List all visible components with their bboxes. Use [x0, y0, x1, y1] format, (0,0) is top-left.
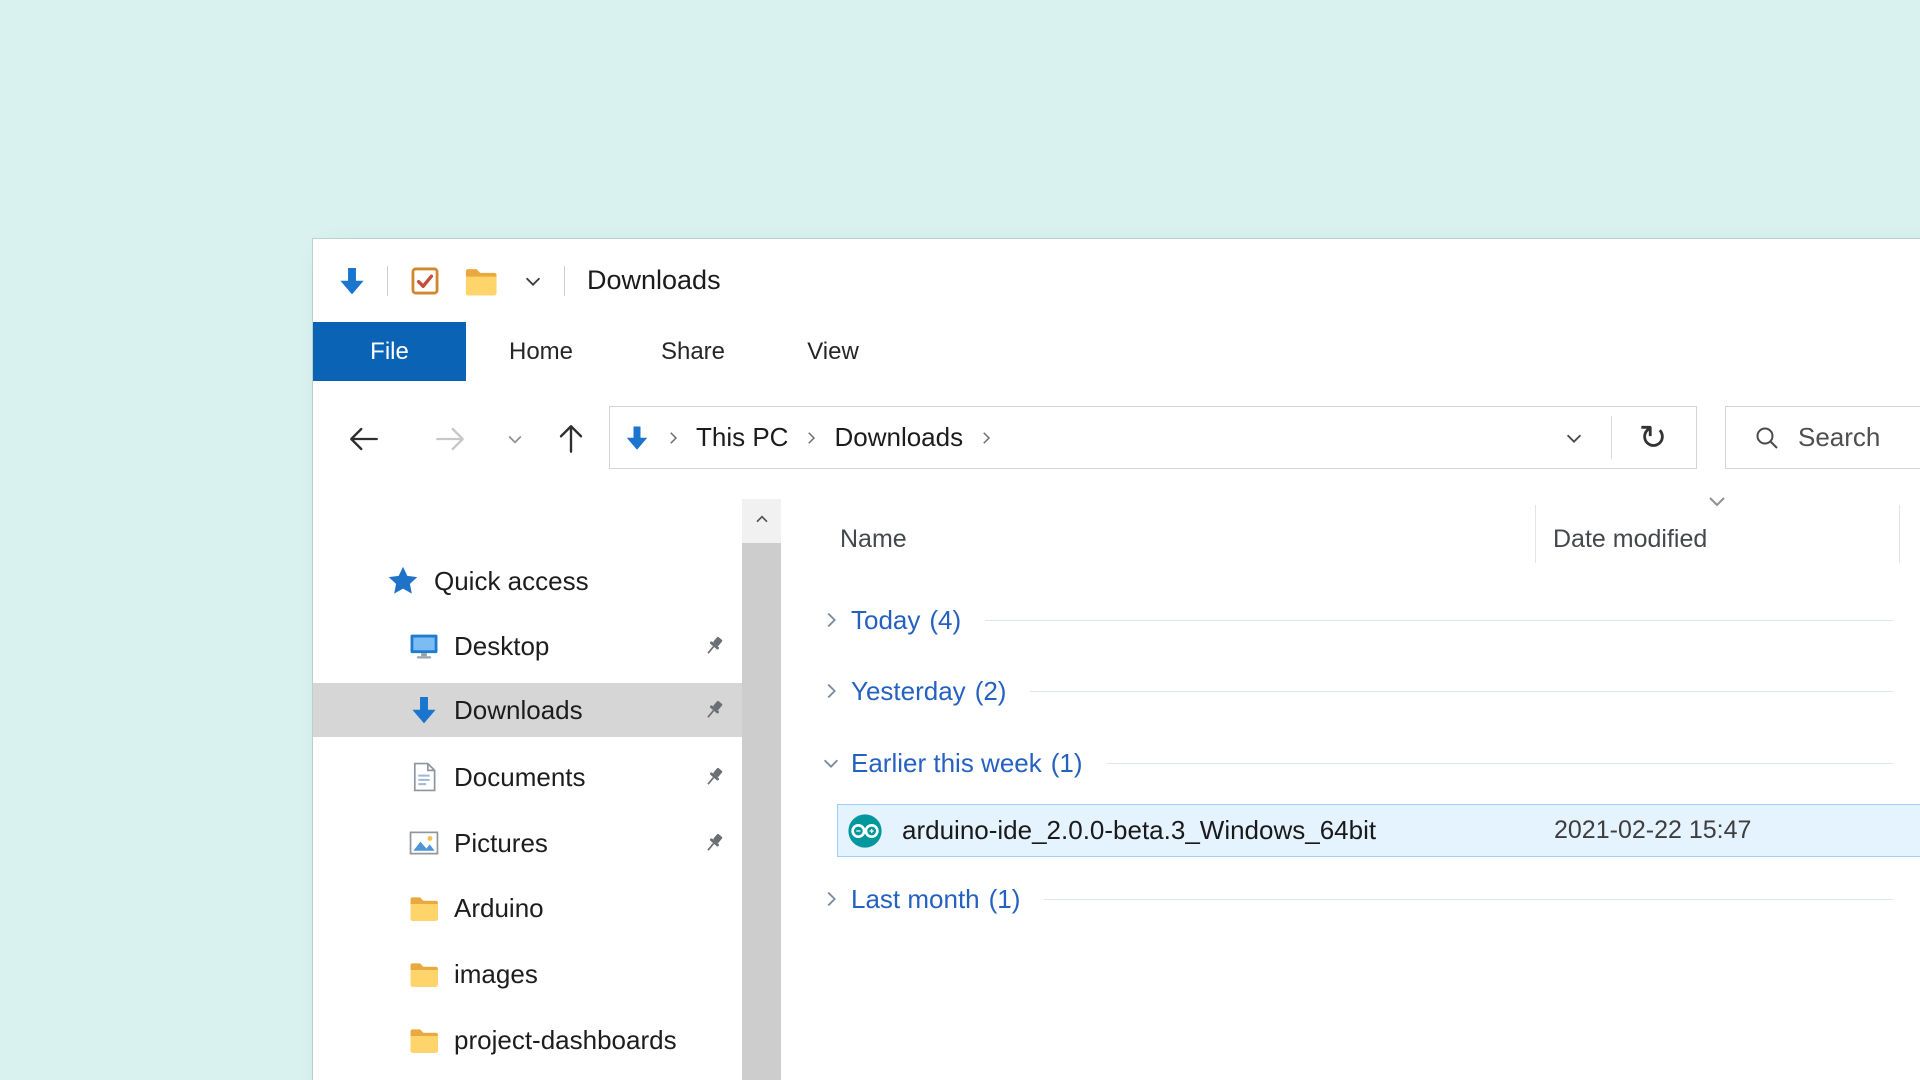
group-divider-line	[1044, 899, 1893, 900]
sidebar-item-arduino[interactable]: Arduino	[313, 881, 742, 935]
customize-toolbar-caret-icon[interactable]	[522, 270, 544, 292]
sidebar-scrollbar[interactable]	[742, 499, 781, 1080]
tab-file[interactable]: File	[313, 322, 466, 381]
folder-icon	[407, 1023, 441, 1057]
group-label: Earlier this week	[851, 748, 1042, 779]
group-label: Today	[851, 605, 920, 636]
pin-icon	[701, 697, 727, 730]
address-bar[interactable]: This PC Downloads ↻	[609, 406, 1697, 469]
scroll-up-icon[interactable]	[742, 499, 781, 541]
sidebar-item-label: Documents	[454, 762, 586, 793]
download-arrow-icon	[407, 693, 441, 727]
breadcrumb-downloads[interactable]: Downloads	[820, 422, 977, 453]
new-folder-button[interactable]	[462, 262, 500, 300]
search-box[interactable]	[1725, 406, 1920, 469]
chevron-right-icon[interactable]	[819, 887, 843, 911]
ribbon-tab-bar: File Home Share View	[313, 322, 1920, 381]
navigation-pane: Quick access Desktop Downloads	[313, 490, 742, 1080]
desktop-icon	[407, 629, 441, 663]
group-count: (2)	[975, 676, 1007, 707]
navigation-bar: This PC Downloads ↻	[313, 404, 1920, 473]
tab-home[interactable]: Home	[509, 322, 573, 381]
file-explorer-window: Downloads File Home Share View	[313, 239, 1920, 1080]
sidebar-item-quick-access[interactable]: Quick access	[313, 554, 742, 608]
arduino-icon	[846, 812, 884, 850]
group-divider-line	[1030, 691, 1893, 692]
pictures-icon	[407, 826, 441, 860]
sidebar-item-downloads[interactable]: Downloads	[313, 683, 742, 737]
chevron-down-icon[interactable]	[819, 751, 843, 775]
tab-share[interactable]: Share	[661, 322, 725, 381]
group-header-earlier-this-week[interactable]: Earlier this week (1)	[813, 736, 1893, 790]
address-divider	[1611, 416, 1612, 459]
search-icon	[1752, 423, 1782, 453]
group-header-last-month[interactable]: Last month (1)	[813, 872, 1893, 926]
pin-icon	[701, 830, 727, 863]
breadcrumb-chevron-icon[interactable]	[664, 429, 682, 447]
column-divider	[1899, 505, 1900, 563]
group-label: Last month	[851, 884, 980, 915]
group-label: Yesterday	[851, 676, 966, 707]
up-button[interactable]	[549, 404, 593, 473]
file-name: arduino-ide_2.0.0-beta.3_Windows_64bit	[902, 815, 1376, 846]
column-divider	[1535, 505, 1536, 563]
file-list: Name Date modified Today (4) Yesterday	[781, 490, 1920, 1080]
sidebar-item-label: Quick access	[434, 566, 589, 597]
properties-button[interactable]	[408, 264, 442, 298]
chevron-right-icon[interactable]	[819, 608, 843, 632]
folder-icon	[407, 957, 441, 991]
document-icon	[407, 760, 441, 794]
sidebar-item-label: Desktop	[454, 631, 549, 662]
sidebar-item-project-dashboards[interactable]: project-dashboards	[313, 1013, 742, 1067]
tab-view[interactable]: View	[807, 322, 859, 381]
file-row-arduino-ide[interactable]: arduino-ide_2.0.0-beta.3_Windows_64bit 2…	[837, 804, 1920, 857]
file-date-modified: 2021-02-22 15:47	[1554, 816, 1751, 845]
desktop-background: Downloads File Home Share View	[0, 0, 1920, 1080]
sidebar-item-images[interactable]: images	[313, 947, 742, 1001]
chevron-right-icon[interactable]	[819, 679, 843, 703]
recent-locations-caret-icon[interactable]	[501, 404, 529, 473]
column-header-date-modified[interactable]: Date modified	[1553, 515, 1707, 563]
forward-button[interactable]	[428, 404, 472, 473]
group-count: (1)	[989, 884, 1021, 915]
toolbar-separator	[564, 266, 565, 296]
group-divider-line	[985, 620, 1893, 621]
folder-icon	[407, 891, 441, 925]
star-icon	[385, 563, 421, 599]
sidebar-item-pictures[interactable]: Pictures	[313, 816, 742, 870]
search-input[interactable]	[1798, 422, 1920, 453]
group-count: (1)	[1051, 748, 1083, 779]
column-header-name[interactable]: Name	[840, 515, 907, 563]
sidebar-item-label: Downloads	[454, 695, 583, 726]
breadcrumb-chevron-icon[interactable]	[802, 429, 820, 447]
sidebar-item-label: project-dashboards	[454, 1025, 677, 1056]
scrollbar-thumb[interactable]	[742, 543, 781, 1080]
window-title: Downloads	[587, 265, 721, 296]
toolbar-separator	[387, 266, 388, 296]
sidebar-item-label: images	[454, 959, 538, 990]
sidebar-item-label: Pictures	[454, 828, 548, 859]
group-count: (4)	[929, 605, 961, 636]
sidebar-item-desktop[interactable]: Desktop	[313, 619, 742, 673]
pin-icon	[701, 633, 727, 666]
group-divider-line	[1107, 763, 1893, 764]
refresh-button[interactable]: ↻	[1626, 407, 1680, 468]
group-header-yesterday[interactable]: Yesterday (2)	[813, 664, 1893, 718]
group-header-today[interactable]: Today (4)	[813, 593, 1893, 647]
sort-direction-icon	[1705, 493, 1729, 516]
breadcrumb-this-pc[interactable]: This PC	[682, 422, 802, 453]
back-button[interactable]	[342, 404, 386, 473]
sidebar-item-documents[interactable]: Documents	[313, 750, 742, 804]
quick-access-toolbar: Downloads	[313, 239, 1920, 322]
pin-icon	[701, 764, 727, 797]
downloads-window-icon	[335, 264, 369, 298]
address-dropdown-caret-icon[interactable]	[1560, 407, 1588, 468]
breadcrumb-chevron-icon[interactable]	[977, 429, 995, 447]
sidebar-item-label: Arduino	[454, 893, 544, 924]
address-location-icon	[622, 423, 652, 453]
